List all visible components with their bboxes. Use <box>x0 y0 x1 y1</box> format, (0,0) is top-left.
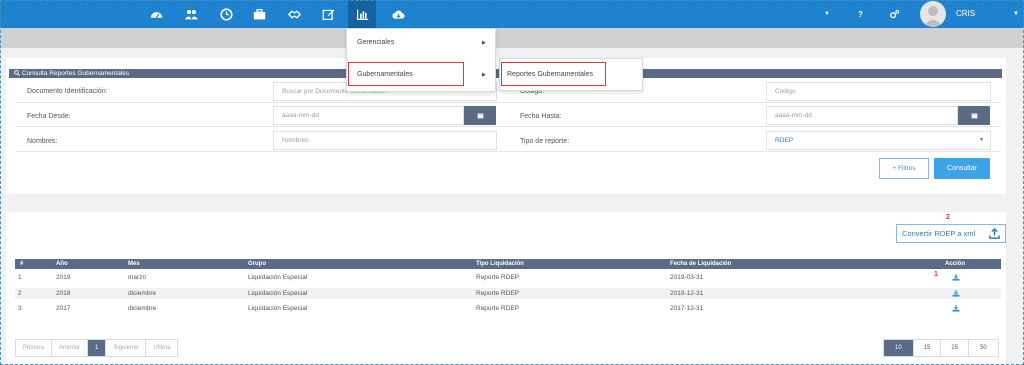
codigo-input[interactable]: Codigo <box>766 82 991 101</box>
row-index: 3 <box>18 305 22 312</box>
search-panel-title: Consulta Reportes Gubernamentales <box>21 70 130 77</box>
row-index: 1 <box>18 274 22 281</box>
caret-right-icon: ▶ <box>482 72 486 78</box>
table-row: 1 2019 marzo Liquidación Especial Report… <box>15 272 1001 283</box>
fecha-hasta-input[interactable]: aaaa-mm-dd <box>766 106 958 125</box>
cloud-download-icon[interactable] <box>390 6 406 22</box>
dashboard-icon[interactable] <box>148 6 164 22</box>
column-header: # <box>20 261 24 267</box>
row-date: 2018-12-31 <box>670 290 704 297</box>
row-year: 2017 <box>56 305 71 312</box>
table-row: 2 2018 diciembre Liquidación Especial Re… <box>15 288 1001 299</box>
pagination-next[interactable]: Siguiente <box>106 340 147 356</box>
row-month: diciembre <box>128 305 157 312</box>
caret-down-icon[interactable]: ▼ <box>824 0 830 28</box>
pagination-page[interactable]: 1 <box>88 340 107 356</box>
table-row: 3 2017 diciembre Liquidación Especial Re… <box>15 303 1001 314</box>
fecha-hasta-label: Fecha Hasta: <box>520 113 562 120</box>
row-group: Liquidación Especial <box>248 305 308 312</box>
bar-chart-icon[interactable] <box>348 0 376 28</box>
users-icon[interactable] <box>183 6 199 22</box>
column-header: Grupo <box>248 261 266 267</box>
menu-item-gerenciales[interactable]: Gerenciales <box>357 39 394 46</box>
tipo-reporte-label: Tipo de reporte: <box>520 138 570 145</box>
fecha-desde-label: Fecha Desde: <box>27 113 71 120</box>
convert-xml-label: Convertir RDEP a xml <box>902 229 976 238</box>
table-header: # Año Mes Grupo Tipo Liquidación Fecha d… <box>15 259 1001 269</box>
row-group: Liquidación Especial <box>248 274 308 281</box>
consultar-button[interactable]: Consultar <box>934 158 990 179</box>
row-date: 2017-12-31 <box>670 305 704 312</box>
breadcrumb-bar <box>0 28 1024 48</box>
page-size-option[interactable]: 50 <box>969 340 998 356</box>
briefcase-icon[interactable] <box>251 6 267 22</box>
pagination-last[interactable]: Ultima <box>146 340 177 356</box>
caret-right-icon: ▶ <box>482 40 486 46</box>
column-header: Fecha de Liquidación <box>670 261 732 267</box>
upload-icon <box>989 228 1000 239</box>
row-year: 2018 <box>56 290 71 297</box>
avatar[interactable] <box>920 1 946 27</box>
pagination-first[interactable]: Primera <box>16 340 53 356</box>
handshake-icon[interactable] <box>286 6 302 22</box>
column-header: Tipo Liquidación <box>476 261 524 267</box>
column-header: Mes <box>128 261 140 267</box>
pagination-previous[interactable]: Anterior <box>52 340 89 356</box>
download-icon[interactable] <box>952 274 960 281</box>
calendar-icon[interactable] <box>958 106 990 125</box>
row-month: marzo <box>128 274 147 281</box>
help-icon[interactable]: ? <box>858 0 863 28</box>
filtros-button[interactable]: + Filtros <box>879 158 929 179</box>
download-icon[interactable] <box>952 305 960 312</box>
user-name[interactable]: CRIS <box>956 0 975 28</box>
search-icon <box>14 70 21 77</box>
nombres-label: Nombres: <box>27 138 58 145</box>
top-navbar: ▼ ? CRIS ▼ <box>0 0 1024 28</box>
page-size-option[interactable]: 25 <box>941 340 970 356</box>
column-header: Año <box>56 261 68 267</box>
page-size-selector: 10 15 25 50 <box>883 339 999 357</box>
chevron-down-icon: ▼ <box>979 137 984 143</box>
row-year: 2019 <box>56 274 71 281</box>
page-size-option[interactable]: 15 <box>914 340 942 356</box>
row-type: Reporte RDEP <box>476 274 519 281</box>
page-size-option[interactable]: 10 <box>884 340 914 356</box>
cogs-icon[interactable] <box>889 0 900 28</box>
row-type: Reporte RDEP <box>476 305 519 312</box>
tipo-reporte-value: RDEP <box>775 137 794 144</box>
fecha-desde-input[interactable]: aaaa-mm-dd <box>273 106 464 125</box>
nombres-input[interactable]: Nombres <box>273 131 497 150</box>
row-month: diciembre <box>128 290 157 297</box>
edit-icon[interactable] <box>320 6 336 22</box>
row-index: 2 <box>18 290 22 297</box>
column-header: Acción <box>945 261 966 267</box>
pagination: Primera Anterior 1 Siguiente Ultima <box>15 339 179 357</box>
tipo-reporte-select[interactable]: RDEP ▼ <box>766 131 991 150</box>
highlight-box <box>348 62 464 86</box>
caret-down-icon[interactable]: ▼ <box>1013 0 1019 28</box>
row-group: Liquidación Especial <box>248 290 308 297</box>
row-type: Reporte RDEP <box>476 290 519 297</box>
doc-label: Documento Identificación: <box>27 88 108 95</box>
convert-xml-button[interactable]: Convertir RDEP a xml <box>896 224 1006 243</box>
download-icon[interactable] <box>952 290 960 297</box>
calendar-icon[interactable] <box>464 106 496 125</box>
clock-icon[interactable] <box>218 6 234 22</box>
row-date: 2019-03-31 <box>670 274 704 281</box>
annotation-number: 2 <box>946 214 950 221</box>
highlight-box <box>501 62 606 86</box>
